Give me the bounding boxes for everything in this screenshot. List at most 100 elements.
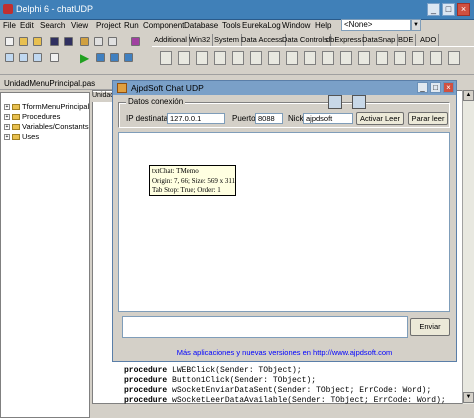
new-icon[interactable] <box>5 37 14 46</box>
tooltip-line: txtChat: TMemo <box>152 167 199 175</box>
menu-help[interactable]: Help <box>315 21 331 30</box>
folder-icon <box>12 134 20 141</box>
close-icon[interactable]: × <box>457 3 470 16</box>
run-icon[interactable]: ▶ <box>80 51 89 65</box>
maximize-icon[interactable]: □ <box>442 3 455 16</box>
code-line: procedure Button1Click(Sender: TObject); <box>124 376 317 385</box>
save-icon[interactable] <box>50 37 59 46</box>
activate-read-button[interactable]: Activar Leer <box>356 112 404 125</box>
message-input[interactable] <box>122 316 408 338</box>
menu-database[interactable]: Database <box>184 21 218 30</box>
menu-search[interactable]: Search <box>40 21 65 30</box>
chat-form-title: AjpdSoft Chat UDP <box>131 83 204 93</box>
menu-eurekalog[interactable]: EurekaLog <box>242 21 281 30</box>
pointer-icon[interactable] <box>160 51 172 65</box>
menu-component[interactable]: Component <box>143 21 184 30</box>
desktop-combo[interactable]: <None> <box>341 19 411 31</box>
step-over-icon[interactable] <box>124 53 133 62</box>
tree-item-uses[interactable]: + Uses <box>4 132 39 141</box>
pause-icon[interactable] <box>96 53 105 62</box>
menu-tools[interactable]: Tools <box>222 21 241 30</box>
tab-bde[interactable]: BDE <box>396 34 417 46</box>
scroll-down-icon[interactable]: ▼ <box>463 392 474 403</box>
groupbox-icon[interactable] <box>394 51 406 65</box>
tab-ado[interactable]: ADO <box>418 34 440 46</box>
menu-edit[interactable]: Edit <box>20 21 34 30</box>
label-icon[interactable] <box>232 51 244 65</box>
combobox-icon[interactable] <box>358 51 370 65</box>
radiobutton-icon[interactable] <box>322 51 334 65</box>
close-icon[interactable]: × <box>443 82 454 93</box>
folder-icon <box>12 114 20 121</box>
scroll-up-icon[interactable]: ▲ <box>463 90 474 101</box>
socket-component-icon[interactable] <box>352 95 366 109</box>
frame-icon[interactable] <box>178 51 190 65</box>
tooltip-line: Tab Stop: True; Order: 1 <box>152 186 221 194</box>
trace-into-icon[interactable] <box>110 53 119 62</box>
tree-item-form[interactable]: + TformMenuPrincipal <box>4 102 89 111</box>
popupmenu-icon[interactable] <box>214 51 226 65</box>
editor-scrollbar[interactable]: ▲ ▼ <box>462 90 474 404</box>
tree-item-variables[interactable]: + Variables/Constants <box>4 122 89 131</box>
chat-form-title-bar: AjpdSoft Chat UDP _ □ × <box>113 81 456 95</box>
open-icon[interactable] <box>19 37 28 46</box>
menu-project[interactable]: Project <box>96 21 121 30</box>
ip-field[interactable]: 127.0.0.1 <box>167 113 225 124</box>
tab-system[interactable]: System <box>212 34 243 46</box>
ide-title-bar: Delphi 6 - chatUDP _ □ × <box>0 0 474 20</box>
menu-file[interactable]: File <box>3 21 16 30</box>
expand-icon[interactable]: + <box>4 114 10 121</box>
tab-win32[interactable]: Win32 <box>187 34 214 46</box>
chevron-down-icon[interactable]: ▼ <box>411 19 421 31</box>
minimize-icon[interactable]: _ <box>427 3 440 16</box>
menu-window[interactable]: Window <box>282 21 310 30</box>
open-project-icon[interactable] <box>33 37 42 46</box>
nick-field[interactable]: ajpdsoft <box>303 113 353 124</box>
delphi-app-icon <box>3 4 13 14</box>
stop-read-button[interactable]: Parar leer <box>408 112 448 125</box>
send-button[interactable]: Enviar <box>410 318 450 336</box>
add-file-icon[interactable] <box>94 37 103 46</box>
toggle-form-unit-icon[interactable] <box>33 53 42 62</box>
code-line: procedure wSocketEnviarDataSent(Sender: … <box>124 386 432 395</box>
new-form-icon[interactable] <box>50 53 59 62</box>
editor-tab[interactable]: Unidad <box>92 92 114 102</box>
port-field[interactable]: 8088 <box>255 113 283 124</box>
minimize-icon[interactable]: _ <box>417 82 428 93</box>
memo-icon[interactable] <box>268 51 280 65</box>
button-icon[interactable] <box>286 51 298 65</box>
checkbox-icon[interactable] <box>304 51 316 65</box>
expand-icon[interactable]: + <box>4 134 10 141</box>
tab-datasnap[interactable]: DataSnap <box>360 34 399 46</box>
menu-run[interactable]: Run <box>124 21 139 30</box>
radiogroup-icon[interactable] <box>412 51 424 65</box>
mainmenu-icon[interactable] <box>196 51 208 65</box>
form-icon <box>117 83 127 93</box>
remove-file-icon[interactable] <box>108 37 117 46</box>
chat-memo[interactable] <box>118 132 450 312</box>
menu-view[interactable]: View <box>71 21 88 30</box>
actionlist-icon[interactable] <box>448 51 460 65</box>
class-icon <box>12 104 20 111</box>
expand-icon[interactable]: + <box>4 104 10 111</box>
socket-component-icon[interactable] <box>328 95 342 109</box>
code-line: procedure LWEBClick(Sender: TObject); <box>124 366 302 375</box>
tab-data-access[interactable]: Data Access <box>239 34 286 46</box>
panel-icon[interactable] <box>430 51 442 65</box>
open-folder-icon[interactable] <box>80 37 89 46</box>
tree-item-procedures[interactable]: + Procedures <box>4 112 60 121</box>
help-book-icon[interactable] <box>131 37 140 46</box>
website-link[interactable]: Más aplicaciones y nuevas versiones en h… <box>112 348 457 357</box>
tooltip-line: Origin: 7, 66; Size: 569 x 311 <box>152 176 236 185</box>
tab-dbexpress[interactable]: dbExpress <box>324 34 365 46</box>
unit-tab[interactable]: UnidadMenuPrincipal.pas <box>0 78 120 90</box>
view-form-icon[interactable] <box>19 53 28 62</box>
save-all-icon[interactable] <box>64 37 73 46</box>
maximize-icon[interactable]: □ <box>430 82 441 93</box>
expand-icon[interactable]: + <box>4 124 10 131</box>
view-unit-icon[interactable] <box>5 53 14 62</box>
tab-additional[interactable]: Additional <box>152 34 190 46</box>
listbox-icon[interactable] <box>340 51 352 65</box>
edit-icon[interactable] <box>250 51 262 65</box>
scrollbar-icon[interactable] <box>376 51 388 65</box>
